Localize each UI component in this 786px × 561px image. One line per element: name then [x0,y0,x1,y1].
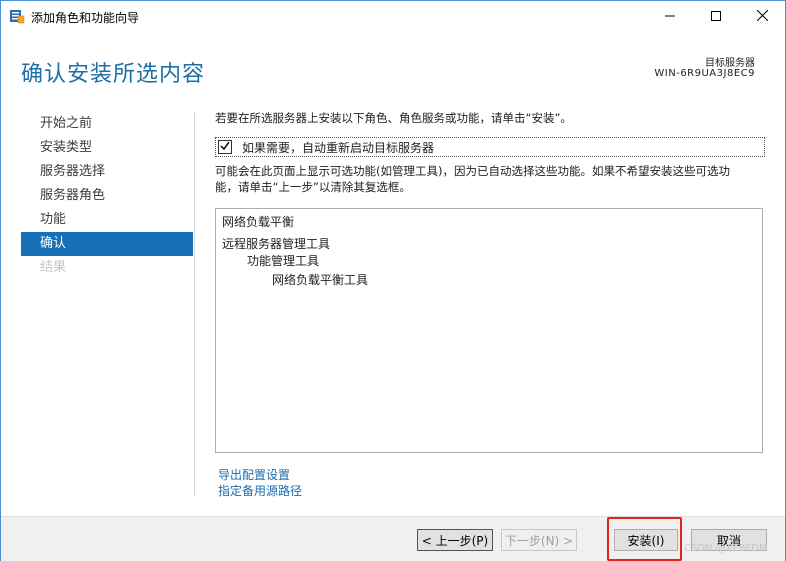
target-server-label: 目标服务器 [705,58,755,69]
nav-item-results: 结果 [40,260,67,275]
server-manager-icon [9,9,25,24]
feature-item: 网络负载平衡 [222,215,295,229]
minimize-icon [665,10,675,24]
nav-divider [194,112,195,497]
wizard-footer: < 上一步(P) 下一步(N) > 安装(I) 取消 CSDN @TZBFDM [1,516,785,561]
restart-checkbox-label[interactable]: 如果需要，自动重新启动目标服务器 [242,139,434,156]
note-line-2: 能，请单击“上一步”以清除其复选框。 [215,180,411,194]
nav-item-features[interactable]: 功能 [21,208,193,232]
nav-item-installation-type[interactable]: 安装类型 [21,136,193,160]
nav-item-confirmation[interactable]: 确认 [21,232,193,256]
page-title: 确认安装所选内容 [21,62,206,87]
checkmark-icon [219,140,231,155]
wizard-nav: 开始之前 安装类型 服务器选择 服务器角色 功能 确认 结果 [21,112,193,280]
feature-list[interactable]: 网络负载平衡 远程服务器管理工具 功能管理工具 网络负载平衡工具 [215,208,763,453]
title-bar[interactable]: 添加角色和功能向导 [1,1,785,32]
close-button[interactable] [739,1,785,32]
nav-item-before-you-begin[interactable]: 开始之前 [21,112,193,136]
restart-checkbox[interactable] [218,140,232,154]
install-button[interactable]: 安装(I) [614,529,678,551]
wizard-window: 添加角色和功能向导 确认安装所选内容 目标服务器 WIN-6R9UA3J8EC9… [0,0,786,561]
optional-features-note: 可能会在此页面上显示可选功能(如管理工具)，因为已自动选择这些功能。如果不希望安… [215,163,765,195]
export-config-link[interactable]: 导出配置设置 [218,466,290,483]
previous-button[interactable]: < 上一步(P) [417,529,493,551]
target-server-value: WIN-6R9UA3J8EC9 [654,68,755,79]
wizard-header: 确认安装所选内容 目标服务器 WIN-6R9UA3J8EC9 [1,32,785,100]
feature-item: 网络负载平衡工具 [272,273,369,287]
close-icon [756,9,768,24]
feature-item: 远程服务器管理工具 [222,237,331,251]
note-line-1: 可能会在此页面上显示可选功能(如管理工具)，因为已自动选择这些功能。如果不希望安… [215,164,730,178]
alternate-source-link[interactable]: 指定备用源路径 [218,482,302,499]
minimize-button[interactable] [647,1,693,32]
instruction-text: 若要在所选服务器上安装以下角色、角色服务或功能，请单击“安装”。 [215,111,572,125]
nav-item-server-roles[interactable]: 服务器角色 [21,184,193,208]
feature-item: 功能管理工具 [247,254,320,268]
next-button: 下一步(N) > [501,529,577,551]
nav-item-server-selection[interactable]: 服务器选择 [21,160,193,184]
restart-option[interactable]: 如果需要，自动重新启动目标服务器 [215,137,765,157]
window-title: 添加角色和功能向导 [31,11,140,25]
maximize-icon [711,10,721,24]
watermark: CSDN @TZBFDM [684,543,768,554]
maximize-button[interactable] [693,1,739,32]
